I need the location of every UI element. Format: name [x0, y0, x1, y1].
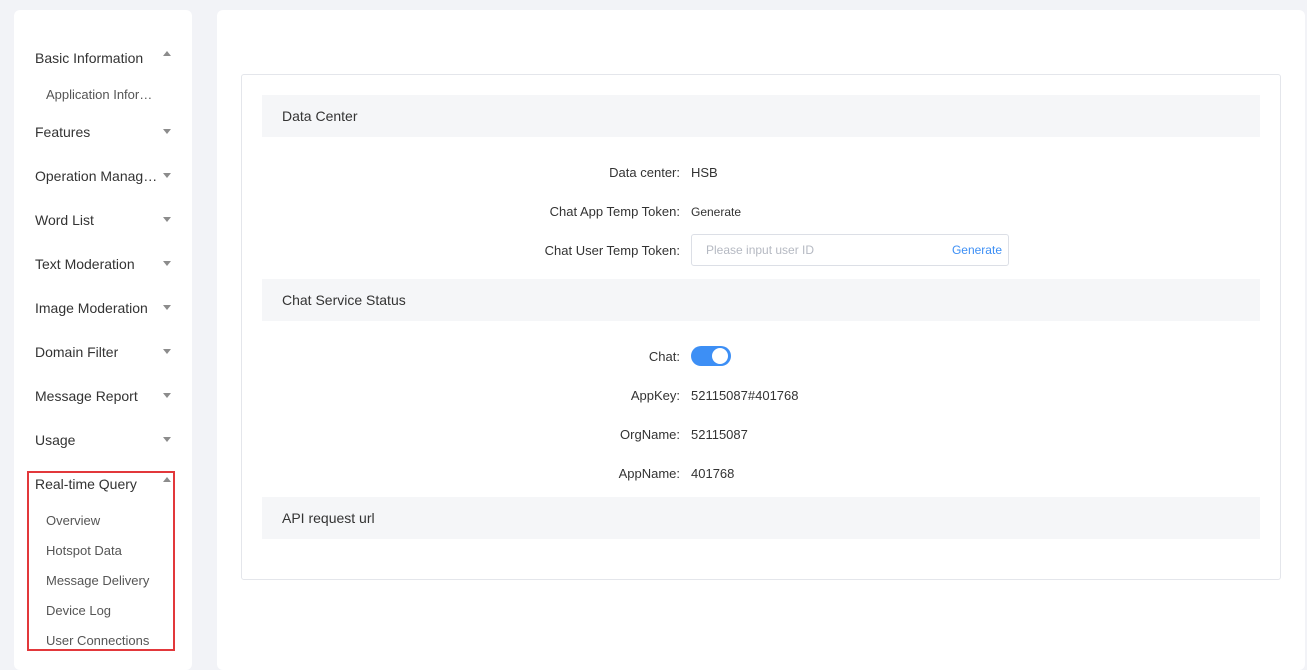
appname-value: 401768	[691, 466, 735, 481]
row-user-temp-token: Chat User Temp Token: Generate	[242, 234, 1280, 266]
nav-head-usage[interactable]: Usage	[14, 418, 192, 462]
nav-group-real-time-query: Real-time Query Overview Hotspot Data Me…	[14, 462, 192, 656]
nav-item-user-connections[interactable]: User Connections	[14, 626, 161, 656]
chevron-down-icon	[163, 217, 171, 222]
chevron-down-icon	[163, 129, 171, 134]
orgname-value: 52115087	[691, 427, 748, 442]
nav-head-label: Message Report	[35, 388, 138, 404]
chevron-down-icon	[163, 437, 171, 442]
nav-group-domain-filter: Domain Filter	[14, 330, 192, 374]
nav-head-label: Operation Management	[35, 168, 159, 184]
nav-group-word-list: Word List	[14, 198, 192, 242]
row-appkey: AppKey: 52115087#401768	[242, 385, 1280, 407]
nav-item-overview[interactable]: Overview	[14, 506, 161, 536]
generate-app-token-link[interactable]: Generate	[691, 201, 741, 223]
nav-group-usage: Usage	[14, 418, 192, 462]
appname-label: AppName:	[618, 466, 680, 481]
info-card: Data Center Data center: HSB Chat App Te…	[241, 74, 1281, 580]
chevron-up-icon	[163, 51, 171, 56]
sidebar-top-spacer	[14, 10, 192, 36]
nav-head-label: Image Moderation	[35, 300, 148, 316]
section-title-chat-service-status: Chat Service Status	[262, 279, 1260, 321]
app-token-label: Chat App Temp Token:	[549, 204, 680, 219]
nav-head-label: Real-time Query	[35, 476, 137, 492]
nav-group-basic-information: Basic Information Application Informatio…	[14, 36, 192, 110]
nav-item-hotspot-data[interactable]: Hotspot Data	[14, 536, 161, 566]
row-appname: AppName: 401768	[242, 463, 1280, 485]
row-orgname: OrgName: 52115087	[242, 424, 1280, 446]
chevron-down-icon	[163, 349, 171, 354]
nav-head-label: Word List	[35, 212, 94, 228]
appkey-value: 52115087#401768	[691, 388, 799, 403]
nav-group-features: Features	[14, 110, 192, 154]
user-id-input[interactable]	[706, 241, 926, 259]
generate-user-token-button[interactable]: Generate	[952, 235, 1002, 265]
data-center-value: HSB	[691, 165, 718, 180]
toggle-knob	[712, 348, 728, 364]
nav-head-label: Basic Information	[35, 50, 144, 66]
chevron-up-icon	[163, 477, 171, 482]
user-token-label: Chat User Temp Token:	[544, 243, 680, 258]
section-title-data-center: Data Center	[262, 95, 1260, 137]
nav-head-label: Domain Filter	[35, 344, 119, 360]
nav-head-label: Text Moderation	[35, 256, 135, 272]
nav-head-text-moderation[interactable]: Text Moderation	[14, 242, 192, 286]
nav-head-real-time-query[interactable]: Real-time Query	[14, 462, 192, 506]
orgname-label: OrgName:	[620, 427, 680, 442]
nav-group-image-moderation: Image Moderation	[14, 286, 192, 330]
nav-head-operation-management[interactable]: Operation Management	[14, 154, 192, 198]
section-title-api-request-url: API request url	[262, 497, 1260, 539]
nav-head-label: Features	[35, 124, 91, 140]
chevron-down-icon	[163, 261, 171, 266]
chat-toggle-switch[interactable]	[691, 346, 731, 366]
chevron-down-icon	[163, 393, 171, 398]
nav-head-features[interactable]: Features	[14, 110, 192, 154]
main-panel: Data Center Data center: HSB Chat App Te…	[217, 10, 1305, 670]
nav-item-message-delivery[interactable]: Message Delivery	[14, 566, 161, 596]
nav-head-word-list[interactable]: Word List	[14, 198, 192, 242]
nav-group-text-moderation: Text Moderation	[14, 242, 192, 286]
nav-head-label: Usage	[35, 432, 76, 448]
nav-head-image-moderation[interactable]: Image Moderation	[14, 286, 192, 330]
appkey-label: AppKey:	[630, 388, 680, 403]
nav-head-message-report[interactable]: Message Report	[14, 374, 192, 418]
nav-group-operation-management: Operation Management	[14, 154, 192, 198]
row-data-center: Data center: HSB	[242, 162, 1280, 184]
chevron-down-icon	[163, 305, 171, 310]
chevron-down-icon	[163, 173, 171, 178]
sidebar-nav: Basic Information Application Informatio…	[14, 10, 192, 670]
user-id-input-wrapper: Generate	[691, 234, 1009, 266]
nav-group-message-report: Message Report	[14, 374, 192, 418]
data-center-label: Data center:	[609, 165, 680, 180]
nav-head-basic-information[interactable]: Basic Information	[14, 36, 192, 80]
nav-item-device-log[interactable]: Device Log	[14, 596, 161, 626]
chat-label: Chat:	[648, 349, 680, 364]
nav-head-domain-filter[interactable]: Domain Filter	[14, 330, 192, 374]
row-app-temp-token: Chat App Temp Token: Generate	[242, 201, 1280, 223]
nav-item-application-information[interactable]: Application Information	[14, 80, 161, 110]
row-chat-toggle: Chat:	[242, 346, 1280, 368]
